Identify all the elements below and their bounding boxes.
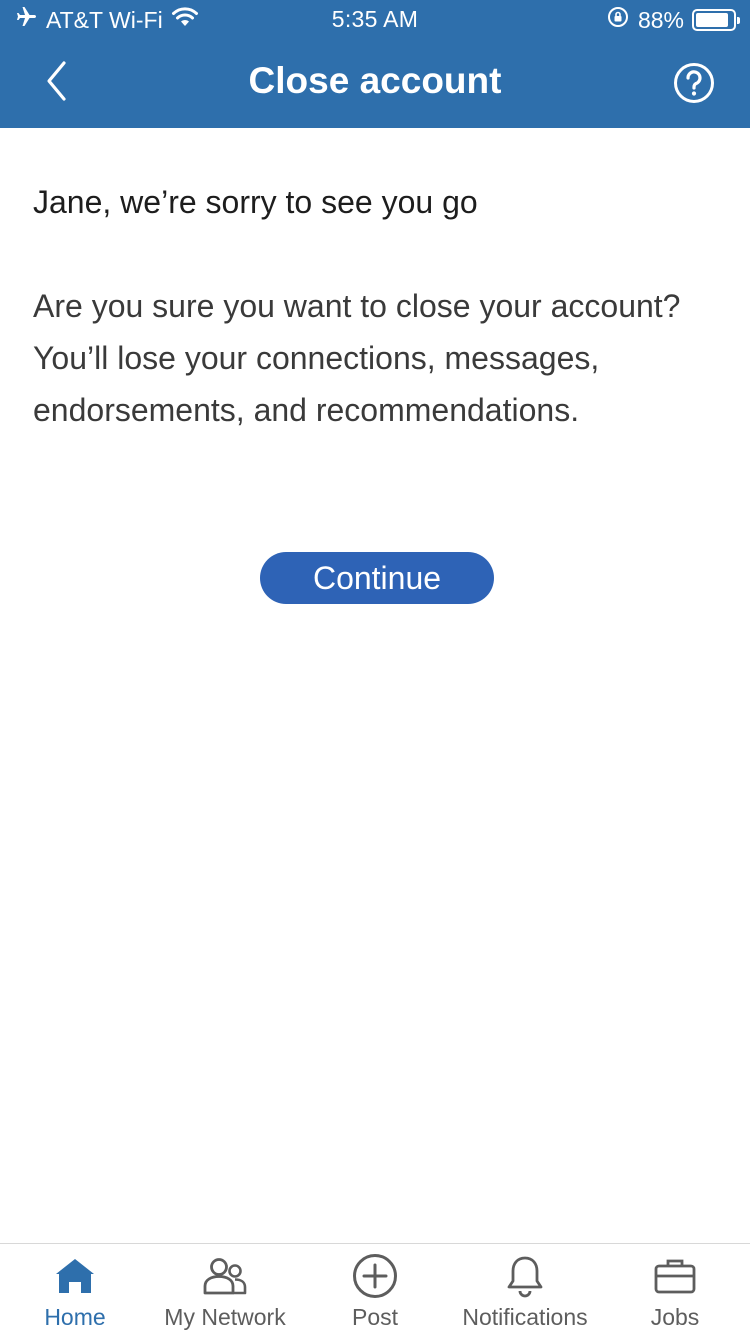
- tab-notifications[interactable]: Notifications: [450, 1244, 600, 1334]
- tab-post[interactable]: Post: [300, 1244, 450, 1334]
- orientation-lock-icon: [606, 5, 630, 35]
- tab-label: Jobs: [650, 1304, 700, 1330]
- tab-bar: Home My Network Post Notifications Jobs: [0, 1243, 750, 1334]
- battery-icon: [692, 9, 740, 31]
- plus-circle-icon: [352, 1254, 398, 1298]
- status-bar: AT&T Wi-Fi 5:35 AM 88%: [0, 0, 750, 40]
- page-title: Close account: [248, 60, 502, 101]
- tab-jobs[interactable]: Jobs: [600, 1244, 750, 1334]
- tab-label: Notifications: [462, 1304, 588, 1330]
- headline: Jane, we’re sorry to see you go: [33, 184, 478, 220]
- continue-button[interactable]: Continue: [260, 552, 494, 604]
- tab-label: My Network: [164, 1304, 286, 1330]
- help-circle-icon: [673, 63, 715, 108]
- help-button[interactable]: [673, 62, 715, 104]
- screen: AT&T Wi-Fi 5:35 AM 88% Close account Jan…: [0, 0, 750, 1334]
- warning-text: Are you sure you want to close your acco…: [33, 288, 681, 428]
- bell-icon: [502, 1254, 548, 1298]
- tab-my-network[interactable]: My Network: [150, 1244, 300, 1334]
- network-icon: [202, 1254, 248, 1298]
- home-icon: [52, 1254, 98, 1298]
- briefcase-icon: [652, 1254, 698, 1298]
- tab-home[interactable]: Home: [0, 1244, 150, 1334]
- tab-label: Post: [351, 1304, 399, 1330]
- content: Jane, we’re sorry to see you go Are you …: [33, 180, 717, 436]
- tab-label: Home: [44, 1304, 106, 1330]
- battery-percent: 88%: [637, 6, 684, 33]
- nav-bar: Close account: [0, 40, 750, 128]
- status-right: 88%: [606, 5, 740, 35]
- header: AT&T Wi-Fi 5:35 AM 88% Close account: [0, 0, 750, 128]
